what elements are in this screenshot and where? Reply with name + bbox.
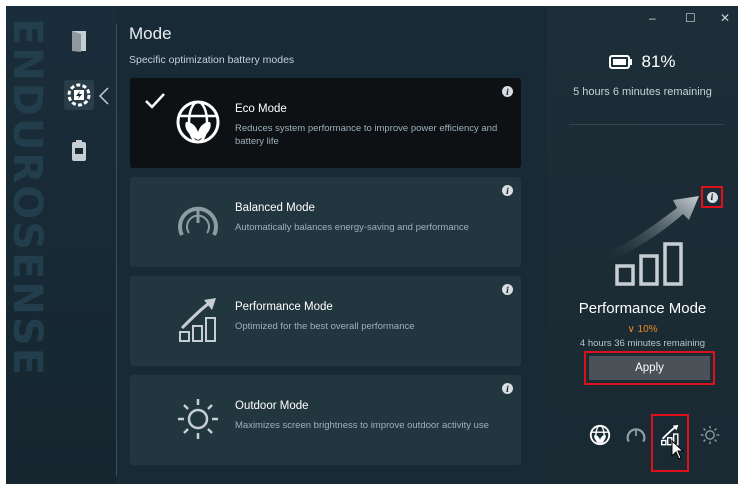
mode-name: Balanced Mode <box>235 202 315 214</box>
preview-change: ∨ 10% <box>547 324 738 335</box>
info-icon[interactable]: i <box>502 284 513 295</box>
globe-leaf-icon <box>176 100 220 144</box>
page-subtitle: Specific optimization battery modes <box>129 54 295 66</box>
sun-icon <box>700 425 720 445</box>
preview-mode-name: Performance Mode <box>578 300 707 317</box>
mode-name: Performance Mode <box>235 301 333 313</box>
rail-battery-health-button[interactable] <box>64 136 94 166</box>
preview-info-button[interactable]: i <box>701 186 723 208</box>
battery-status: 81% <box>547 52 738 72</box>
mode-name: Outdoor Mode <box>235 400 309 412</box>
chevron-left-icon <box>98 87 109 105</box>
maximize-button[interactable]: ☐ <box>685 11 696 25</box>
gauge-icon <box>178 206 218 236</box>
mode-card-performance[interactable]: Performance Mode Optimized for the best … <box>130 276 521 366</box>
mode-description: Reduces system performance to improve po… <box>235 123 498 147</box>
left-rail: ENDUROSENSE <box>6 6 116 484</box>
battery-shield-icon <box>72 140 86 161</box>
quick-outdoor-button[interactable] <box>697 422 723 448</box>
app-window: ENDUROSENSE Mode Specific optimization b… <box>6 6 738 484</box>
mode-description: Maximizes screen brightness to improve o… <box>235 420 489 431</box>
chevron-down-icon: ∨ <box>627 324 635 335</box>
rail-battery-mode-button[interactable] <box>64 80 94 110</box>
preview-change-percent: 10% <box>637 324 658 335</box>
page-title: Mode <box>129 24 172 43</box>
mode-name: Eco Mode <box>235 103 287 115</box>
checkmark-icon <box>145 93 165 109</box>
battery-percent: 81% <box>641 52 676 71</box>
battery-gear-icon <box>67 83 91 107</box>
sun-icon <box>178 399 218 439</box>
battery-time-remaining: 5 hours 6 minutes remaining <box>573 86 712 98</box>
mode-card-outdoor[interactable]: Outdoor Mode Maximizes screen brightness… <box>130 375 521 465</box>
globe-leaf-icon <box>589 424 611 446</box>
status-divider <box>569 124 724 125</box>
mode-description: Optimized for the best overall performan… <box>235 321 415 332</box>
apply-highlight: Apply <box>584 351 715 385</box>
info-icon: i <box>706 191 718 203</box>
door-icon <box>72 31 86 52</box>
quick-performance-highlight <box>651 414 689 472</box>
minimize-button[interactable]: – <box>649 11 656 25</box>
quick-balanced-button[interactable] <box>623 422 649 448</box>
close-button[interactable]: ✕ <box>720 11 730 25</box>
mode-card-balanced[interactable]: Balanced Mode Automatically balances ene… <box>130 177 521 267</box>
rail-door-button[interactable] <box>64 26 94 56</box>
status-panel: – ☐ ✕ 81% 5 hours 6 minutes remaining i … <box>547 6 738 484</box>
mode-card-eco[interactable]: Eco Mode Reduces system performance to i… <box>130 78 521 168</box>
brand-watermark: ENDUROSENSE <box>6 18 50 378</box>
performance-bars-icon <box>179 298 216 342</box>
info-icon[interactable]: i <box>502 383 513 394</box>
battery-icon <box>609 55 633 69</box>
mode-description: Automatically balances energy-saving and… <box>235 222 469 233</box>
gauge-icon <box>626 428 646 442</box>
performance-mode-large-icon <box>603 196 699 286</box>
preview-time-remaining: 4 hours 36 minutes remaining <box>579 338 706 349</box>
quick-eco-button[interactable] <box>587 422 613 448</box>
apply-button[interactable]: Apply <box>589 356 710 380</box>
mode-list-panel: Mode Specific optimization battery modes… <box>117 6 547 484</box>
info-icon[interactable]: i <box>502 185 513 196</box>
info-icon[interactable]: i <box>502 86 513 97</box>
